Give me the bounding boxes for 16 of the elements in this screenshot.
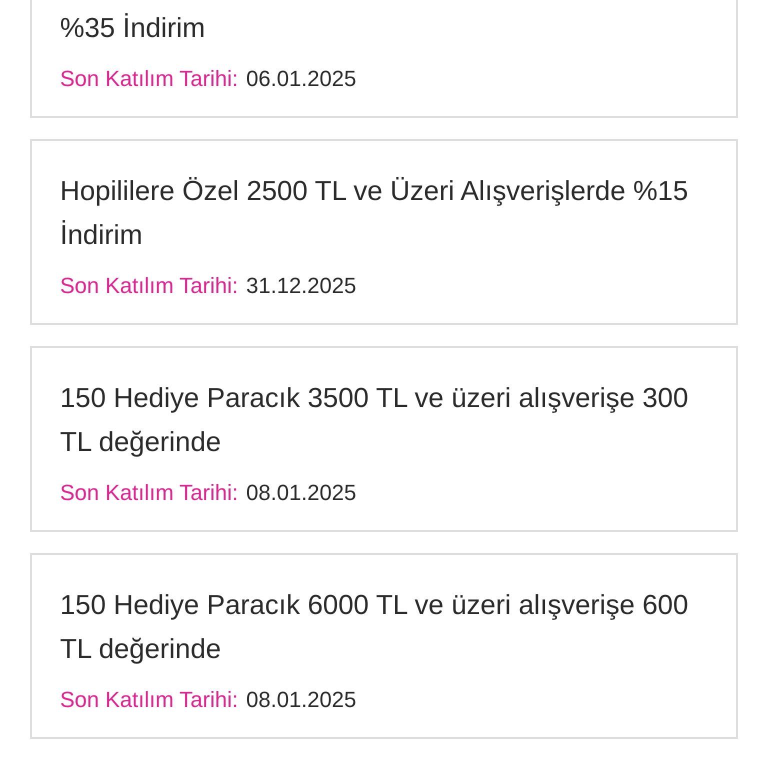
- deadline-label: Son Katılım Tarihi:: [60, 686, 238, 714]
- deadline-label: Son Katılım Tarihi:: [60, 65, 238, 93]
- deadline-date: 08.01.2025: [246, 479, 356, 507]
- deadline-date: 06.01.2025: [246, 65, 356, 93]
- campaign-title: 150 Hediye Paracık 3500 TL ve üzeri alışverişe 300 TL değerinde: [60, 381, 690, 459]
- campaign-card[interactable]: 150 Hediye Paracık 6000 TL ve üzeri alışverişe 600 TL değerinde Son Katılım Tarihi: 08.01.2025: [30, 553, 738, 739]
- deadline-label: Son Katılım Tarihi:: [60, 479, 238, 507]
- campaign-card[interactable]: 150 Hediye Paracık 3500 TL ve üzeri alışverişe 300 TL değerinde Son Katılım Tarihi: 08.01.2025: [30, 346, 738, 532]
- campaign-card[interactable]: %35 İndirim Son Katılım Tarihi: 06.01.2025: [30, 0, 738, 118]
- campaign-title: 150 Hediye Paracık 6000 TL ve üzeri alışverişe 600 TL değerinde: [60, 588, 690, 666]
- deadline-date: 08.01.2025: [246, 686, 356, 714]
- campaign-card[interactable]: Hopililere Özel 2500 TL ve Üzeri Alışverişlerde %15 İndirim Son Katılım Tarihi: 31.12.2025: [30, 139, 738, 325]
- deadline-date: 31.12.2025: [246, 272, 356, 300]
- deadline-label: Son Katılım Tarihi:: [60, 272, 238, 300]
- campaign-title: Hopililere Özel 2500 TL ve Üzeri Alışverişlerde %15 İndirim: [60, 174, 690, 252]
- campaign-title: %35 İndirim: [60, 11, 206, 45]
